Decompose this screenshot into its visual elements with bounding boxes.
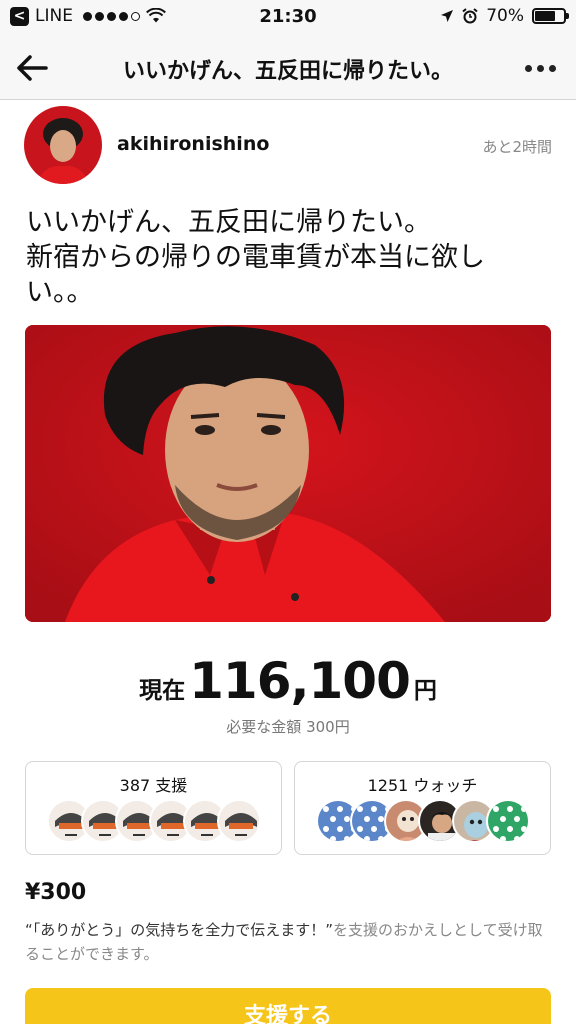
support-button[interactable]: 支援する [25,988,551,1024]
reward-price: ¥300 [25,880,87,905]
watchers-box[interactable]: 1251 ウォッチ [294,761,551,855]
supporters-count: 387 支援 [119,776,188,795]
watcher-avatar [485,799,530,843]
supporters-box[interactable]: 387 支援 [25,761,282,855]
more-options-icon[interactable] [516,58,556,78]
username[interactable]: akihironishino [117,133,269,155]
message-line: 新宿からの帰りの電車賃が本当に欲し [26,242,485,273]
time-remaining: あと2時間 [482,138,552,156]
page-title: いいかげん、五反田に帰りたい。 [122,59,453,84]
supporter-avatars [26,799,281,845]
message-line: いいかげん、五反田に帰りたい。 [26,207,431,238]
current-amount: 116,100 [189,652,411,710]
nav-bar: いいかげん、五反田に帰りたい。 [0,34,576,100]
location-arrow-icon [441,10,454,22]
status-right: 70% [440,6,569,26]
watchers-count: 1251 ウォッチ [367,776,478,795]
back-arrow-icon[interactable] [12,48,52,88]
reward-description-highlight: “「ありがとう」の気持ちを全力で伝えます！” [25,921,334,939]
alarm-icon [462,8,478,24]
current-label: 現在 [139,678,186,704]
battery-icon [532,8,569,24]
post-message: いいかげん、五反田に帰りたい。 新宿からの帰りの電車賃が本当に欲し い。。 [26,205,554,310]
watcher-avatars [295,799,550,845]
required-amount: 必要な金額 300円 [226,718,350,736]
current-funding: 現在116,100 円 [0,652,576,710]
supporter-avatar [216,799,261,843]
battery-percent: 70% [486,6,524,26]
battery-level [535,11,555,21]
hero-photo [25,325,551,622]
avatar[interactable] [24,106,102,184]
reward-description: “「ありがとう」の気持ちを全力で伝えます！”を支援のおかえしとして受け取ることが… [25,918,545,966]
status-bar: < LINE 21:30 70% [0,0,576,34]
message-line: い。。 [26,277,94,308]
currency-unit: 円 [413,678,437,704]
